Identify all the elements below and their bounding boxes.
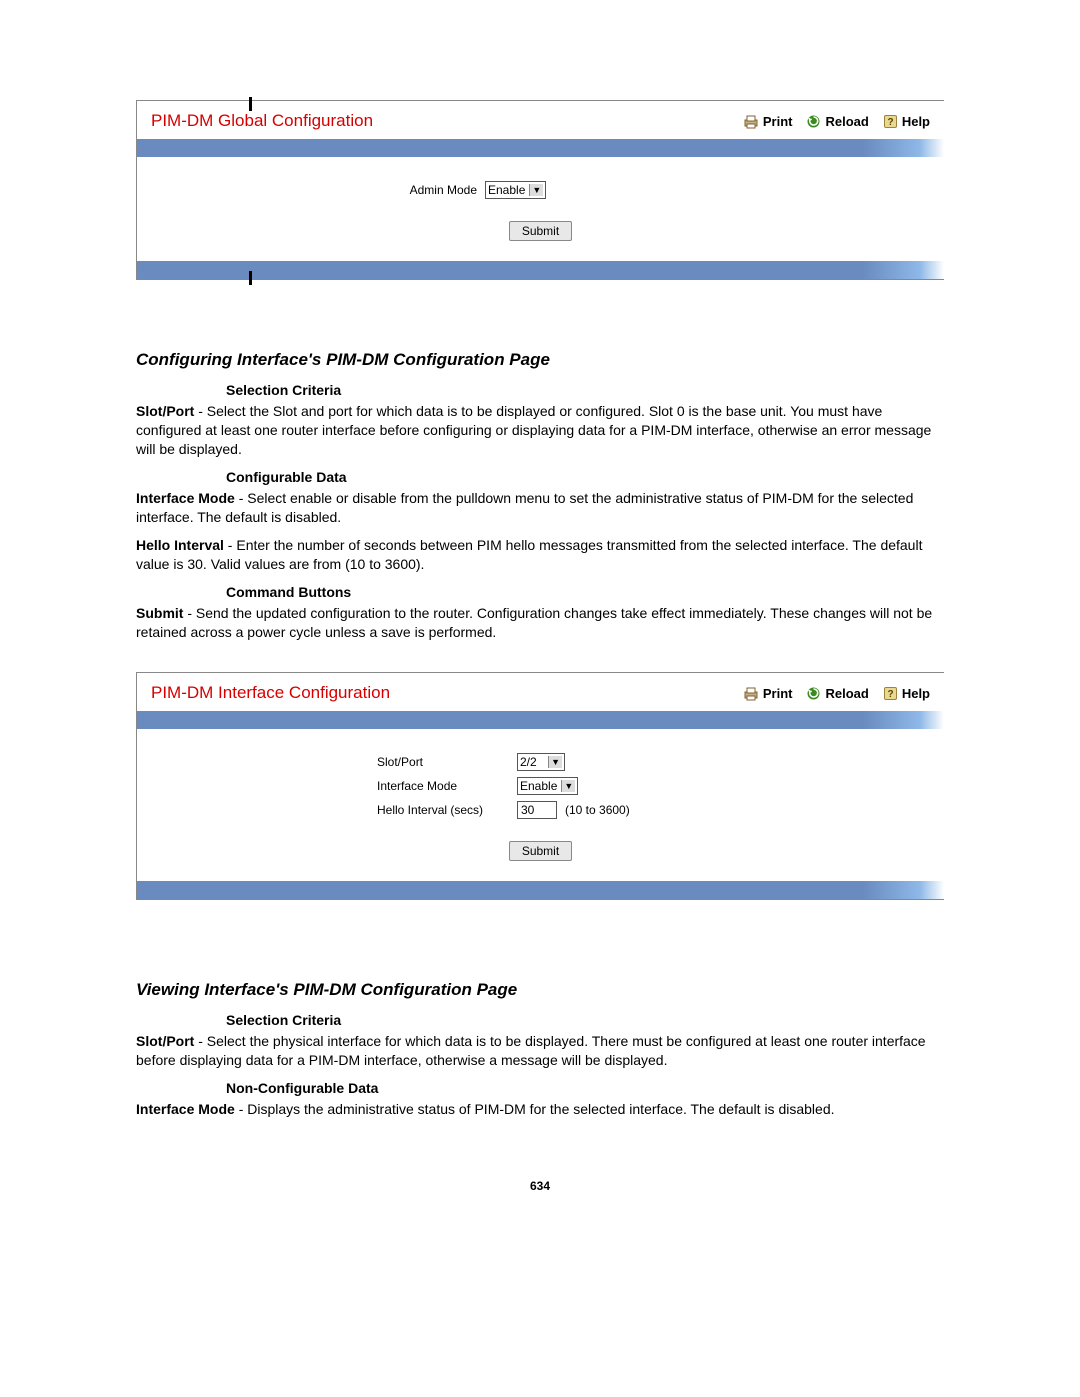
page-number: 634 (136, 1179, 944, 1193)
print-button[interactable]: Print (743, 686, 793, 701)
submit-button[interactable]: Submit (509, 841, 572, 861)
reload-icon (806, 686, 821, 701)
interface-mode-term: Interface Mode (136, 1101, 235, 1117)
panel-body: Admin Mode Enable ▼ Submit (137, 157, 944, 261)
section-configuring-interface: Configuring Interface's PIM-DM Configura… (136, 350, 944, 642)
print-label: Print (763, 686, 793, 701)
svg-text:?: ? (887, 689, 893, 700)
blue-bar (137, 711, 944, 729)
hello-interval-desc: - Enter the number of seconds between PI… (136, 537, 922, 572)
interface-mode-desc: - Displays the administrative status of … (235, 1101, 835, 1117)
hello-interval-term: Hello Interval (136, 537, 224, 553)
help-button[interactable]: ? Help (883, 686, 930, 701)
slot-port-desc: - Select the physical interface for whic… (136, 1033, 926, 1068)
interface-mode-paragraph: Interface Mode - Select enable or disabl… (136, 489, 944, 527)
interface-mode-desc: - Select enable or disable from the pull… (136, 490, 913, 525)
help-label: Help (902, 686, 930, 701)
hello-interval-input[interactable]: 30 (517, 801, 557, 819)
submit-term: Submit (136, 605, 183, 621)
help-button[interactable]: ? Help (883, 114, 930, 129)
slot-port-select[interactable]: 2/2 ▼ (517, 753, 565, 771)
slot-port-term: Slot/Port (136, 1033, 194, 1049)
global-config-panel: PIM-DM Global Configuration Print Reload (136, 100, 944, 280)
slot-port-desc: - Select the Slot and port for which dat… (136, 403, 931, 457)
section-heading: Viewing Interface's PIM-DM Configuration… (136, 980, 944, 1000)
hello-interval-paragraph: Hello Interval - Enter the number of sec… (136, 536, 944, 574)
slot-port-paragraph: Slot/Port - Select the physical interfac… (136, 1032, 944, 1070)
reload-label: Reload (825, 686, 868, 701)
panel-header: PIM-DM Interface Configuration Print Rel… (137, 673, 944, 711)
chevron-down-icon: ▼ (529, 184, 543, 196)
admin-mode-label: Admin Mode (137, 183, 485, 197)
panel-title: PIM-DM Interface Configuration (151, 683, 743, 703)
slot-port-row: Slot/Port 2/2 ▼ (137, 753, 944, 771)
non-configurable-data-heading: Non-Configurable Data (226, 1080, 944, 1096)
panel-actions: Print Reload ? Help (743, 114, 930, 129)
reload-button[interactable]: Reload (806, 686, 868, 701)
chevron-down-icon: ▼ (548, 756, 562, 768)
interface-mode-select[interactable]: Enable ▼ (517, 777, 578, 795)
submit-paragraph: Submit - Send the updated configuration … (136, 604, 944, 642)
admin-mode-select[interactable]: Enable ▼ (485, 181, 546, 199)
help-label: Help (902, 114, 930, 129)
help-icon: ? (883, 686, 898, 701)
admin-mode-row: Admin Mode Enable ▼ (137, 181, 944, 199)
interface-mode-paragraph: Interface Mode - Displays the administra… (136, 1100, 944, 1119)
slot-port-paragraph: Slot/Port - Select the Slot and port for… (136, 402, 944, 459)
panel-title: PIM-DM Global Configuration (151, 111, 743, 131)
interface-mode-row: Interface Mode Enable ▼ (137, 777, 944, 795)
hello-interval-row: Hello Interval (secs) 30 (10 to 3600) (137, 801, 944, 819)
reload-icon (806, 114, 821, 129)
hello-interval-hint: (10 to 3600) (565, 803, 630, 817)
submit-button[interactable]: Submit (509, 221, 572, 241)
selection-criteria-heading: Selection Criteria (226, 1012, 944, 1028)
interface-mode-label: Interface Mode (137, 779, 517, 793)
svg-text:?: ? (887, 117, 893, 128)
panel-actions: Print Reload ? Help (743, 686, 930, 701)
interface-config-panel: PIM-DM Interface Configuration Print Rel… (136, 672, 944, 900)
print-icon (743, 686, 759, 701)
slot-port-value: 2/2 (520, 755, 537, 769)
slot-port-label: Slot/Port (137, 755, 517, 769)
command-buttons-heading: Command Buttons (226, 584, 944, 600)
print-icon (743, 114, 759, 129)
submit-desc: - Send the updated configuration to the … (136, 605, 932, 640)
help-icon: ? (883, 114, 898, 129)
panel-body: Slot/Port 2/2 ▼ Interface Mode Enable ▼ (137, 729, 944, 881)
panel-header: PIM-DM Global Configuration Print Reload (137, 101, 944, 139)
blue-bar (137, 139, 944, 157)
slot-port-term: Slot/Port (136, 403, 194, 419)
interface-mode-value: Enable (520, 779, 557, 793)
configurable-data-heading: Configurable Data (226, 469, 944, 485)
print-button[interactable]: Print (743, 114, 793, 129)
interface-mode-term: Interface Mode (136, 490, 235, 506)
print-label: Print (763, 114, 793, 129)
admin-mode-value: Enable (488, 183, 525, 197)
hello-interval-value: 30 (521, 803, 534, 817)
reload-button[interactable]: Reload (806, 114, 868, 129)
reload-label: Reload (825, 114, 868, 129)
blue-bar-bottom (137, 881, 944, 899)
selection-criteria-heading: Selection Criteria (226, 382, 944, 398)
hello-interval-label: Hello Interval (secs) (137, 803, 517, 817)
section-viewing-interface: Viewing Interface's PIM-DM Configuration… (136, 980, 944, 1119)
section-heading: Configuring Interface's PIM-DM Configura… (136, 350, 944, 370)
blue-bar-bottom (137, 261, 944, 279)
chevron-down-icon: ▼ (561, 780, 575, 792)
